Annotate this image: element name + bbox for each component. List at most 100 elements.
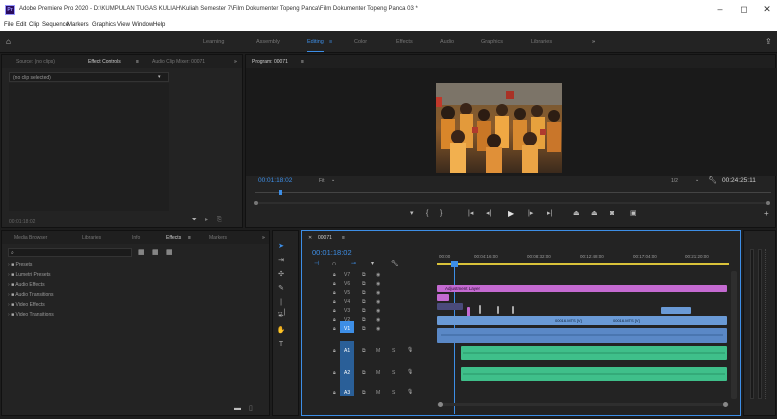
maximize-button[interactable]: ◻ — [737, 4, 751, 15]
mute-button[interactable]: M — [376, 370, 380, 376]
program-monitor-title[interactable]: Program: 00071 — [252, 59, 288, 65]
pen-tool-icon[interactable]: ✒ — [276, 312, 286, 322]
zoom-scroll-handle-right[interactable] — [766, 201, 770, 205]
effects-item-lumetri-presets[interactable]: › ■ Lumetri Presets — [8, 272, 51, 278]
panel-overflow-icon[interactable]: » — [234, 59, 237, 65]
lock-icon[interactable]: 🔒︎ — [333, 290, 336, 296]
eye-icon[interactable]: ◉ — [376, 299, 380, 305]
nest-icon[interactable]: ⊣ — [314, 261, 319, 268]
new-custom-bin-icon[interactable]: ▬ — [234, 405, 241, 412]
snap-icon[interactable]: ∩ — [332, 261, 336, 268]
tab-sequence[interactable]: 00071 — [318, 235, 332, 241]
solo-button[interactable]: S — [392, 370, 395, 376]
home-icon[interactable]: ⌂ — [6, 38, 11, 46]
button-editor-plus-icon[interactable]: + — [764, 210, 769, 218]
lock-icon[interactable]: 🔒︎ — [333, 299, 336, 305]
adjustment-layer-clip[interactable]: Adjustment Layer — [437, 285, 727, 292]
sync-lock-icon[interactable]: ⧉ — [362, 272, 366, 278]
menu-markers[interactable]: Markers — [67, 22, 89, 28]
workspace-editing-menu-icon[interactable]: ≡ — [329, 39, 332, 45]
workspace-color[interactable]: Color — [354, 39, 367, 45]
timeline-vertical-scrollbar[interactable] — [731, 271, 737, 399]
sync-lock-icon[interactable]: ⧉ — [362, 317, 366, 323]
lock-icon[interactable]: 🔒︎ — [333, 317, 336, 323]
sync-lock-icon[interactable]: ⧉ — [362, 326, 366, 332]
workspace-graphics[interactable]: Graphics — [481, 39, 503, 45]
menu-clip[interactable]: Clip — [29, 22, 39, 28]
program-playhead[interactable] — [279, 190, 282, 195]
tab-audio-clip-mixer[interactable]: Audio Clip Mixer: 00071 — [152, 59, 205, 65]
minimize-button[interactable]: – — [713, 4, 727, 14]
solo-button[interactable]: S — [392, 348, 395, 354]
play-icon[interactable]: ▶ — [508, 210, 514, 218]
title-clip[interactable] — [437, 294, 449, 301]
linked-selection-icon[interactable]: ⊸ — [351, 261, 356, 268]
sync-lock-icon[interactable]: ⧉ — [362, 308, 366, 314]
tab-effects-menu-icon[interactable]: ≡ — [188, 235, 191, 241]
eye-icon[interactable]: ◉ — [376, 272, 380, 278]
lock-icon[interactable]: 🔒︎ — [333, 348, 336, 354]
menu-view[interactable]: View — [117, 22, 130, 28]
menu-edit[interactable]: Edit — [16, 22, 26, 28]
lock-icon[interactable]: 🔒︎ — [333, 272, 336, 278]
filter-icon[interactable]: ⏷ — [192, 217, 197, 224]
razor-tool-icon[interactable]: ✎ — [276, 284, 286, 294]
mark-out-icon[interactable]: } — [440, 210, 442, 217]
type-tool-icon[interactable]: T — [276, 340, 286, 350]
zoom-scroll-bar[interactable] — [258, 202, 766, 204]
eye-icon[interactable]: ◉ — [376, 281, 380, 287]
menu-graphics[interactable]: Graphics — [92, 22, 116, 28]
v2-clip[interactable] — [661, 307, 691, 314]
clip-selector[interactable]: (no clip selected) ▾ — [9, 72, 169, 82]
timeline-close-icon[interactable]: ✕ — [308, 235, 312, 241]
slip-tool-icon[interactable]: |↔| — [276, 298, 286, 316]
lift-icon[interactable]: ⏏ — [573, 210, 580, 217]
effects-item-presets[interactable]: › ■ Presets — [8, 262, 32, 268]
tab-markers[interactable]: Markers — [209, 235, 227, 241]
comparison-view-icon[interactable]: ▣ — [630, 210, 637, 217]
timeline-settings-icon[interactable]: 🔧︎ — [391, 261, 399, 268]
timeline-horizontal-scrollbar[interactable] — [437, 403, 729, 406]
close-button[interactable]: ✕ — [760, 4, 774, 15]
accelerated-effects-icon[interactable]: ▦ — [138, 249, 145, 256]
program-time-ruler[interactable] — [255, 192, 771, 193]
tab-effects[interactable]: Effects — [166, 235, 181, 241]
menu-help[interactable]: Help — [153, 22, 165, 28]
extract-icon[interactable]: ⏏ — [591, 210, 598, 217]
timeline-scroll-handle-left[interactable] — [438, 402, 443, 407]
timeline-scroll-handle-right[interactable] — [723, 402, 728, 407]
32-bit-effects-icon[interactable]: ▦ — [152, 249, 159, 256]
workspace-more-icon[interactable]: » — [592, 39, 595, 45]
effects-item-audio-transitions[interactable]: › ■ Audio Transitions — [8, 292, 54, 298]
selection-tool-icon[interactable]: ➤ — [276, 242, 286, 252]
mute-button[interactable]: M — [376, 390, 380, 396]
marker-clip[interactable] — [512, 306, 514, 314]
program-timecode[interactable]: 00:01:18:02 — [258, 177, 292, 184]
track-select-tool-icon[interactable]: ⇥ — [276, 256, 286, 266]
workspace-learning[interactable]: Learning — [203, 39, 224, 45]
add-marker-icon[interactable]: ▾ — [410, 210, 414, 217]
sync-lock-icon[interactable]: ⧉ — [362, 348, 366, 354]
effects-panel-overflow-icon[interactable]: » — [262, 235, 265, 241]
step-back-icon[interactable]: ◂| — [486, 210, 491, 217]
lock-icon[interactable]: 🔒︎ — [333, 390, 336, 396]
menu-file[interactable]: File — [4, 22, 14, 28]
tab-effect-controls[interactable]: Effect Controls — [88, 59, 121, 65]
sync-lock-icon[interactable]: ⧉ — [362, 281, 366, 287]
workspace-audio[interactable]: Audio — [440, 39, 454, 45]
effects-item-video-transitions[interactable]: › ■ Video Transitions — [8, 312, 54, 318]
microphone-icon[interactable]: 🎙︎ — [407, 347, 413, 353]
play-audio-icon[interactable]: ▸ — [205, 217, 208, 224]
lock-icon[interactable]: 🔒︎ — [333, 326, 336, 332]
eye-icon[interactable]: ◉ — [376, 326, 380, 332]
tab-media-browser[interactable]: Media Browser — [14, 235, 47, 241]
step-forward-icon[interactable]: |▸ — [528, 210, 533, 217]
lock-icon[interactable]: 🔒︎ — [333, 370, 336, 376]
hand-tool-icon[interactable]: ✋ — [276, 326, 286, 336]
marker-clip[interactable] — [479, 305, 481, 314]
sync-lock-icon[interactable]: ⧉ — [362, 390, 366, 396]
timeline-ruler[interactable]: 00:00 00:04:16:00 00:08:32:00 00:12:48:0… — [437, 251, 729, 267]
tab-libraries[interactable]: Libraries — [82, 235, 101, 241]
timeline-menu-icon[interactable]: ≡ — [342, 235, 345, 241]
add-marker-timeline-icon[interactable]: ▾ — [371, 261, 374, 268]
